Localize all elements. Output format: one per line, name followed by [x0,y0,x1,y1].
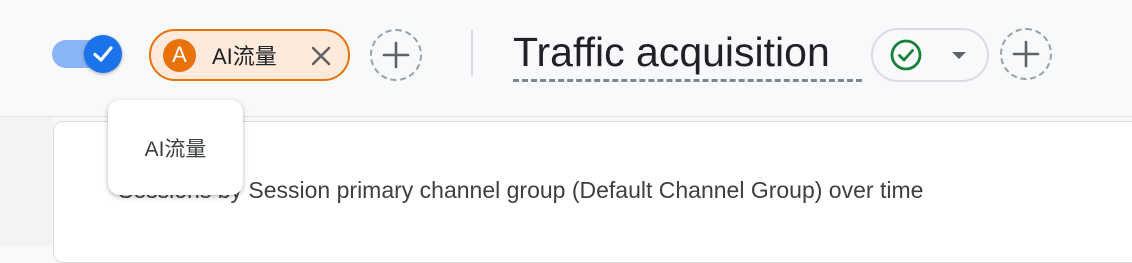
add-icon [1012,40,1040,68]
add-icon [382,41,410,69]
tooltip-text: AI流量 [144,137,207,161]
report-status-button[interactable] [871,28,989,82]
page-title[interactable]: Traffic acquisition [513,24,830,80]
comparison-toggle[interactable] [52,35,124,73]
add-comparison-button[interactable] [370,29,422,81]
title-underline [513,79,862,82]
header-divider [471,30,473,76]
left-gutter [0,117,53,246]
segment-avatar: A [163,38,196,72]
add-report-button[interactable] [1000,28,1052,80]
close-icon[interactable] [308,43,334,69]
segment-chip[interactable]: A AI流量 [149,29,350,81]
toggle-knob [84,35,122,73]
segment-chip-label: AI流量 [212,44,277,69]
caret-down-icon [952,52,966,59]
segment-tooltip: AI流量 [108,100,243,195]
check-circle-icon [890,39,922,71]
checkmark-icon [93,46,113,62]
